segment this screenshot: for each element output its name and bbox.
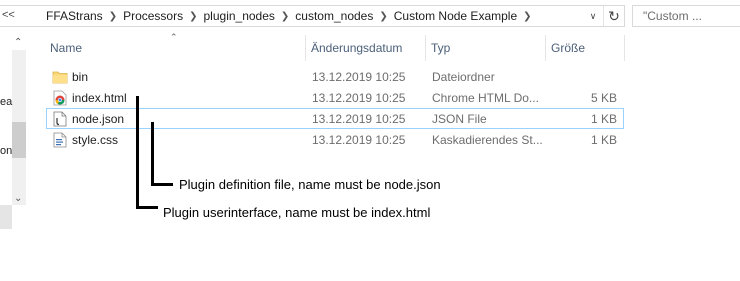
file-size: 5 KB (590, 91, 617, 105)
refresh-button[interactable]: ↻ (603, 6, 624, 26)
file-size: 1 KB (590, 112, 617, 126)
breadcrumb-item-custom-node-example[interactable]: Custom Node Example (394, 9, 517, 23)
breadcrumb-overflow-button[interactable]: << (2, 9, 15, 21)
file-name: index.html (72, 91, 127, 105)
navigation-scrollbar-thumb[interactable] (12, 122, 26, 158)
chevron-right-icon[interactable]: ❯ (379, 11, 387, 22)
scroll-up-icon[interactable]: ⌃ (14, 37, 22, 48)
column-divider[interactable] (545, 35, 546, 61)
breadcrumb-item-processors[interactable]: Processors (123, 9, 183, 23)
column-header-name[interactable]: Name (50, 41, 82, 55)
file-type: JSON File (432, 112, 487, 126)
folder-icon (52, 71, 68, 84)
annotation-line-node-json (151, 183, 173, 186)
column-header-row: ⌃ Name Änderungsdatum Typ Größe (46, 32, 626, 61)
file-date: 13.12.2019 10:25 (312, 112, 406, 126)
column-header-date[interactable]: Änderungsdatum (311, 41, 402, 55)
column-header-type[interactable]: Typ (431, 41, 450, 55)
column-divider[interactable] (425, 35, 426, 61)
file-row-node-json[interactable]: node.json 13.12.2019 10:25 JSON File 1 K… (46, 108, 624, 129)
column-divider[interactable] (305, 35, 306, 61)
column-header-size[interactable]: Größe (551, 41, 585, 55)
navigation-item-label[interactable]: ea (0, 96, 12, 108)
breadcrumb: FFAStrans ❯ Processors ❯ plugin_nodes ❯ … (46, 6, 538, 26)
file-row-style-css[interactable]: style.css 13.12.2019 10:25 Kaskadierende… (46, 129, 624, 150)
breadcrumb-item-custom-nodes[interactable]: custom_nodes (295, 9, 373, 23)
scroll-down-icon[interactable]: ⌄ (14, 193, 22, 204)
chevron-right-icon[interactable]: ❯ (523, 11, 531, 22)
chevron-down-icon: ∨ (589, 10, 597, 21)
chevron-right-icon[interactable]: ❯ (109, 11, 117, 22)
refresh-icon: ↻ (608, 7, 620, 24)
sort-ascending-icon: ⌃ (170, 32, 178, 42)
file-type: Dateiordner (432, 70, 495, 84)
navigation-selected-item[interactable] (0, 205, 12, 229)
file-row-index-html[interactable]: index.html 13.12.2019 10:25 Chrome HTML … (46, 87, 624, 108)
chrome-html-icon (53, 90, 67, 106)
file-name: style.css (72, 133, 119, 147)
json-file-icon (53, 111, 67, 127)
file-date: 13.12.2019 10:25 (312, 70, 406, 84)
address-history-dropdown[interactable]: ∨ (584, 6, 602, 26)
file-type: Kaskadierendes St... (432, 133, 543, 147)
css-file-icon (53, 132, 67, 148)
file-name: bin (72, 70, 89, 84)
breadcrumb-item-ffastrans[interactable]: FFAStrans (46, 9, 103, 23)
file-name: node.json (72, 112, 125, 126)
file-row-bin[interactable]: bin 13.12.2019 10:25 Dateiordner (46, 66, 624, 87)
search-input[interactable]: "Custom ... (632, 5, 740, 27)
chevron-right-icon[interactable]: ❯ (281, 11, 289, 22)
annotation-line-node-json (151, 122, 154, 186)
annotation-line-index-html (136, 206, 158, 209)
file-date: 13.12.2019 10:25 (312, 91, 406, 105)
annotation-node-json: Plugin definition file, name must be nod… (179, 177, 441, 192)
navigation-pane: ⌃ ea on ⌄ (0, 35, 28, 229)
navigation-item-label[interactable]: on (0, 145, 12, 157)
chevron-right-icon[interactable]: ❯ (189, 11, 197, 22)
file-date: 13.12.2019 10:25 (312, 133, 406, 147)
file-size: 1 KB (590, 133, 617, 147)
breadcrumb-item-plugin-nodes[interactable]: plugin_nodes (204, 9, 275, 23)
address-bar[interactable]: << FFAStrans ❯ Processors ❯ plugin_nodes… (0, 5, 625, 27)
column-divider[interactable] (624, 35, 625, 61)
annotation-line-index-html (136, 96, 139, 209)
file-type: Chrome HTML Do... (432, 91, 539, 105)
annotation-index-html: Plugin userinterface, name must be index… (163, 205, 431, 220)
